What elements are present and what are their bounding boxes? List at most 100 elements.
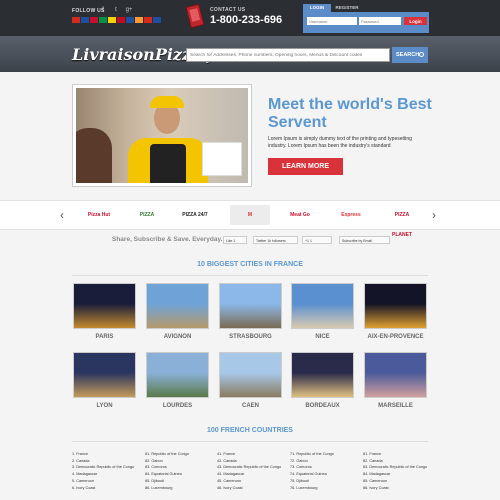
tab-login[interactable]: LOGIN — [303, 4, 331, 12]
city-card[interactable]: LOURDES — [146, 352, 209, 409]
city-photo[interactable] — [291, 352, 354, 398]
brand-logo[interactable]: PIZZA — [130, 205, 164, 225]
language-flag-icon[interactable] — [90, 17, 98, 23]
city-name[interactable]: AVIGNON — [146, 334, 209, 340]
city-card[interactable]: NICE — [291, 283, 354, 340]
country-link[interactable]: 81. France — [363, 451, 433, 458]
brand-logo[interactable]: Pizza Hut — [82, 205, 116, 225]
country-link[interactable]: 83. Democratic Republic of the Congo — [363, 464, 433, 471]
city-photo[interactable] — [73, 352, 136, 398]
twitter-icon[interactable]: t — [112, 6, 120, 14]
country-link[interactable]: 46. Ivory Coast — [217, 485, 287, 492]
language-flag-icon[interactable] — [126, 17, 134, 23]
country-link[interactable]: 73. Comoros — [290, 464, 360, 471]
city-photo[interactable] — [73, 283, 136, 329]
login-box: LOGIN REGISTER Login — [303, 4, 429, 33]
city-card[interactable]: BORDEAUX — [291, 352, 354, 409]
language-flag-icon[interactable] — [117, 17, 125, 23]
like-label: Like — [226, 239, 233, 243]
country-link[interactable]: 2. Canada — [72, 458, 142, 465]
country-link[interactable]: 76. Luxembourg — [290, 485, 360, 492]
tab-register[interactable]: REGISTER — [333, 4, 361, 12]
country-link[interactable]: 3. Democratic Republic of the Congo — [72, 464, 142, 471]
country-link[interactable]: 72. Gabon — [290, 458, 360, 465]
city-photo[interactable] — [364, 352, 427, 398]
country-link[interactable]: 84. Madagascar — [363, 471, 433, 478]
country-link[interactable]: 82. Canada — [363, 458, 433, 465]
country-link[interactable]: 84. Equatorial Guinea — [145, 471, 215, 478]
language-flag-icon[interactable] — [81, 17, 89, 23]
country-link[interactable]: 86. Luxembourg — [145, 485, 215, 492]
city-photo[interactable] — [219, 352, 282, 398]
country-link[interactable]: 81. Republic of the Congo — [145, 451, 215, 458]
country-link[interactable]: 1. France — [72, 451, 142, 458]
city-photo[interactable] — [146, 352, 209, 398]
search-button[interactable]: SEARCH — [392, 47, 428, 63]
login-button[interactable]: Login — [404, 17, 427, 25]
googleplus-icon[interactable]: g+ — [125, 6, 133, 14]
country-link[interactable]: 4. Madagascar — [72, 471, 142, 478]
city-photo[interactable] — [364, 283, 427, 329]
country-column: 71. Republic of the Congo 72. Gabon 73. Co… — [290, 451, 360, 491]
city-card[interactable]: STRASBOURG — [219, 283, 282, 340]
country-link[interactable]: 42. Canada — [217, 458, 287, 465]
brand-logo[interactable]: Express — [334, 205, 368, 225]
city-photo[interactable] — [291, 283, 354, 329]
city-card[interactable]: MARSEILLE — [364, 352, 427, 409]
country-link[interactable]: 85. Djibouti — [145, 478, 215, 485]
city-card[interactable]: CAEN — [219, 352, 282, 409]
city-card[interactable]: PARIS — [73, 283, 136, 340]
twitter-follow-button[interactable]: Twitter 1k followers — [253, 236, 298, 244]
phone-number: 1-800-233-696 — [210, 14, 283, 26]
city-name[interactable]: NICE — [291, 334, 354, 340]
city-card[interactable]: AIX-EN-PROVENCE — [364, 283, 427, 340]
country-link[interactable]: 82. Gabon — [145, 458, 215, 465]
login-panel: Login — [303, 12, 429, 33]
city-name[interactable]: AIX-EN-PROVENCE — [364, 334, 427, 340]
city-name[interactable]: MARSEILLE — [364, 403, 427, 409]
city-name[interactable]: CAEN — [219, 403, 282, 409]
carousel-next-icon[interactable]: › — [432, 208, 436, 222]
country-link[interactable]: 71. Republic of the Congo — [290, 451, 360, 458]
country-link[interactable]: 41. France — [217, 451, 287, 458]
city-card[interactable]: AVIGNON — [146, 283, 209, 340]
subscribe-email-button[interactable]: Subscribe by Email — [339, 236, 390, 244]
country-link[interactable]: 5. Cameroon — [72, 478, 142, 485]
language-flag-icon[interactable] — [108, 17, 116, 23]
country-link[interactable]: 45. Cameroon — [217, 478, 287, 485]
city-name[interactable]: LYON — [73, 403, 136, 409]
language-flag-icon[interactable] — [72, 17, 80, 23]
brand-logo[interactable]: M — [230, 205, 270, 225]
brand-logo[interactable]: PIZZA PLANET — [385, 205, 419, 238]
gplus-button[interactable]: +1 1 — [302, 236, 332, 244]
country-link[interactable]: 86. Ivory Coast — [363, 485, 433, 492]
brand-logo[interactable]: Meat Go — [283, 205, 317, 225]
language-flag-icon[interactable] — [99, 17, 107, 23]
search-input[interactable] — [186, 48, 390, 62]
country-link[interactable]: 75. Djibouti — [290, 478, 360, 485]
city-name[interactable]: PARIS — [73, 334, 136, 340]
country-link[interactable]: 74. Equatorial Guinea — [290, 471, 360, 478]
facebook-like-button[interactable]: Like 1 — [223, 236, 247, 244]
country-link[interactable]: 43. Democratic Republic of the Congo — [217, 464, 287, 471]
country-column: 81. Republic of the Congo 82. Gabon 83. Co… — [145, 451, 215, 491]
facebook-icon[interactable]: f — [99, 6, 107, 14]
city-name[interactable]: LOURDES — [146, 403, 209, 409]
language-flag-icon[interactable] — [144, 17, 152, 23]
city-name[interactable]: STRASBOURG — [219, 334, 282, 340]
learn-more-button[interactable]: LEARN MORE — [268, 158, 343, 175]
password-input[interactable] — [359, 17, 401, 25]
city-name[interactable]: BORDEAUX — [291, 403, 354, 409]
username-input[interactable] — [307, 17, 357, 25]
city-photo[interactable] — [219, 283, 282, 329]
city-card[interactable]: LYON — [73, 352, 136, 409]
carousel-prev-icon[interactable]: ‹ — [60, 208, 64, 222]
language-flag-icon[interactable] — [135, 17, 143, 23]
language-flag-icon[interactable] — [153, 17, 161, 23]
country-link[interactable]: 6. Ivory Coast — [72, 485, 142, 492]
city-photo[interactable] — [146, 283, 209, 329]
country-link[interactable]: 85. Cameroon — [363, 478, 433, 485]
brand-logo[interactable]: PIZZA 24/7 — [178, 205, 212, 225]
country-link[interactable]: 44. Madagascar — [217, 471, 287, 478]
country-link[interactable]: 83. Comoros — [145, 464, 215, 471]
